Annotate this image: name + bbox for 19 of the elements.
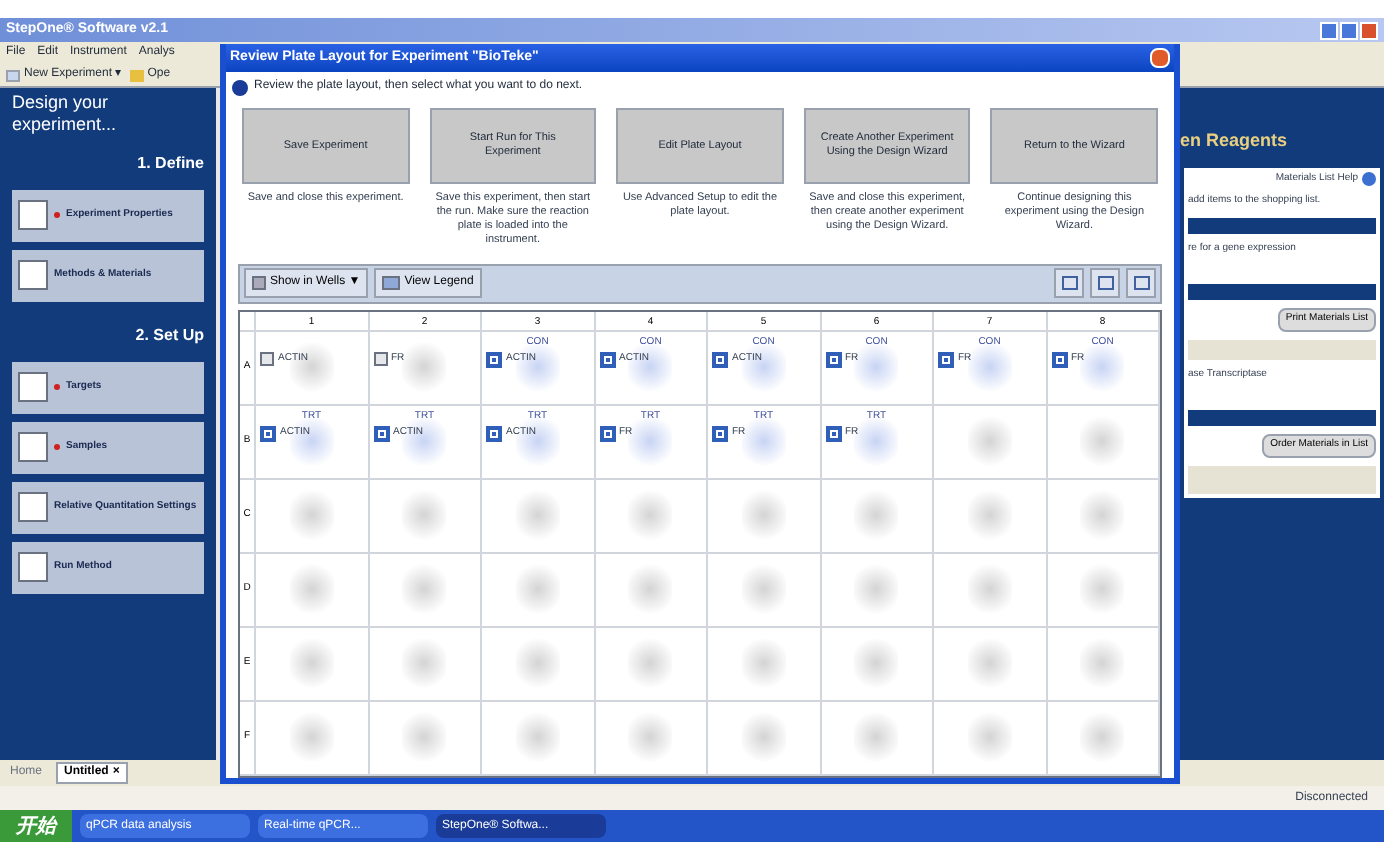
info-icon [232, 79, 248, 95]
well-shadow [854, 412, 899, 470]
section-title: 1. Define [137, 151, 204, 175]
help-icon [1362, 171, 1376, 186]
well-shadow [854, 338, 899, 396]
well-shadow [628, 412, 673, 470]
well-shadow [741, 412, 786, 470]
well-shadow [967, 338, 1012, 396]
start-button[interactable]: 开始 [0, 810, 72, 842]
square-icon [260, 351, 274, 365]
close-icon[interactable] [1360, 21, 1378, 39]
close-icon[interactable] [1150, 48, 1170, 68]
panel-heading: en Reagents [1180, 128, 1290, 154]
section-title: 2. Set Up [135, 323, 204, 347]
minimize-icon[interactable] [1320, 21, 1338, 39]
sidebar-heading: Design your experiment... [12, 92, 119, 137]
maximize-icon[interactable] [1340, 21, 1358, 39]
square-icon [373, 351, 387, 365]
well-shadow [1080, 338, 1125, 396]
